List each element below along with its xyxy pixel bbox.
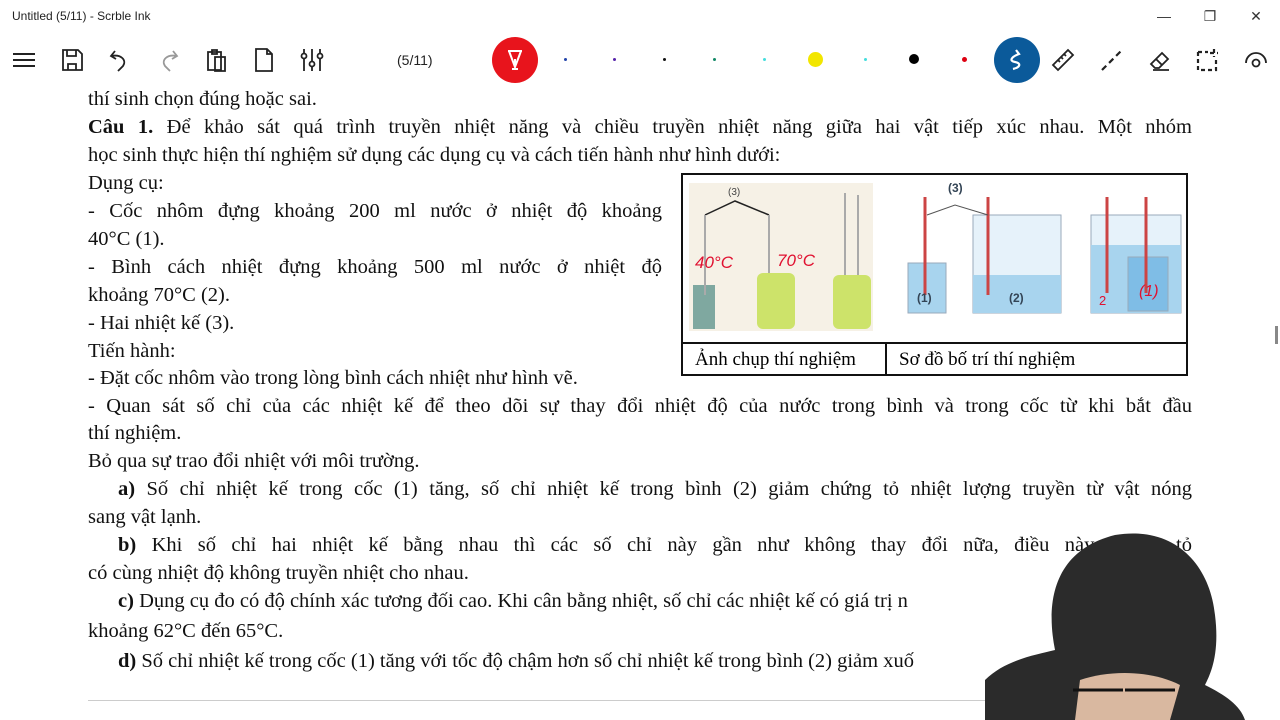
hamburger-icon	[13, 53, 35, 67]
text-line: khoảng 62°C đến 65°C.	[88, 620, 284, 642]
eye-icon	[1245, 52, 1267, 68]
text-line: - Hai nhiệt kế (3).	[88, 312, 235, 334]
experiment-illustration	[689, 183, 1182, 331]
text-line: - Quan sát số chỉ của các nhiệt kế để th…	[88, 395, 1192, 417]
line-tool-button[interactable]	[1092, 35, 1132, 85]
settings-button[interactable]	[292, 35, 332, 85]
pen-color-swatch[interactable]	[909, 54, 919, 64]
experiment-figure: (3) (3) (1) (2) 40°C 70°C 2 (1) Ảnh chụp…	[681, 173, 1188, 376]
redo-button[interactable]	[148, 35, 188, 85]
menu-button[interactable]	[4, 35, 44, 85]
pen-color-swatch[interactable]	[961, 56, 967, 62]
question-label: Câu 1.	[88, 116, 154, 138]
option-d: d) Số chỉ nhiệt kế trong cốc (1) tăng vớ…	[118, 649, 914, 673]
option-label: c)	[118, 590, 134, 612]
text-line: - Đặt cốc nhôm vào trong lòng bình cách …	[88, 367, 578, 389]
caption-diagram: Sơ đồ bố trí thí nghiệm	[887, 342, 1186, 376]
option-label: a)	[118, 478, 136, 500]
eraser-button[interactable]	[1140, 35, 1180, 85]
handwritten-2: 2	[1099, 293, 1107, 308]
text-line: khoảng 70°C (2).	[88, 284, 230, 306]
pen-color-swatch[interactable]	[863, 57, 867, 61]
new-page-button[interactable]	[244, 35, 284, 85]
save-button[interactable]	[52, 35, 92, 85]
text-line: - Bình cách nhiệt đựng khoảng 500 ml nướ…	[88, 256, 662, 278]
option-label: d)	[118, 650, 137, 672]
undo-button[interactable]	[100, 35, 140, 85]
diagram-label-thermometers: (3)	[948, 181, 963, 195]
clipboard-icon	[207, 49, 226, 72]
undo-icon	[109, 50, 126, 72]
selection-icon	[1196, 49, 1218, 72]
save-icon	[62, 49, 83, 71]
ruler-button[interactable]	[1043, 35, 1083, 85]
text-line: thí nghiệm.	[88, 422, 182, 444]
redo-icon	[162, 50, 179, 72]
pen-color-swatch[interactable]	[762, 57, 766, 61]
pen-tool-button[interactable]	[492, 37, 538, 83]
handwritten-1: (1)	[1139, 283, 1159, 300]
option-label: b)	[118, 534, 137, 556]
minimize-button[interactable]: —	[1141, 4, 1187, 28]
window-title: Untitled (5/11) - Scrble Ink	[12, 9, 151, 23]
pen-color-swatch[interactable]	[807, 51, 823, 67]
eraser-icon	[1149, 51, 1170, 71]
photo-label-thermometers: (3)	[728, 187, 741, 198]
smooth-ink-button[interactable]	[994, 37, 1040, 83]
text-line: Bỏ qua sự trao đổi nhiệt với môi trường.	[88, 450, 420, 472]
text-line: có cùng nhiệt độ không truyền nhiệt cho …	[88, 562, 469, 584]
text-line: 40°C (1).	[88, 228, 165, 250]
select-button[interactable]	[1188, 35, 1228, 85]
text-span: Dụng cụ đo có độ chính xác tương đối cao…	[139, 590, 908, 612]
text-span: Số chỉ nhiệt kế trong cốc (1) tăng với t…	[141, 650, 914, 672]
pen-color-swatch[interactable]	[662, 57, 666, 61]
squiggle-icon	[1010, 49, 1021, 71]
option-a: a) Số chỉ nhiệt kế trong cốc (1) tăng, s…	[118, 477, 1192, 501]
close-button[interactable]: ✕	[1233, 4, 1279, 28]
pen-color-swatch[interactable]	[563, 57, 567, 61]
handwritten-70c: 70°C	[777, 251, 815, 270]
page-icon	[255, 48, 273, 72]
sliders-icon	[300, 49, 324, 71]
text-line: thí sinh chọn đúng hoặc sai.	[88, 88, 317, 110]
text-span: Để khảo sát quá trình truyền nhiệt năng …	[166, 116, 1192, 138]
view-button[interactable]	[1236, 35, 1276, 85]
question-line: Câu 1. Để khảo sát quá trình truyền nhiệ…	[88, 115, 1192, 139]
scrollbar-thumb[interactable]	[1275, 326, 1278, 344]
webcam-overlay	[985, 533, 1245, 720]
handwritten-40c: 40°C	[695, 253, 733, 272]
paste-button[interactable]	[196, 35, 236, 85]
title-bar: Untitled (5/11) - Scrble Ink — ❐ ✕	[0, 0, 1280, 32]
fountain-pen-icon	[508, 50, 522, 70]
option-c: c) Dụng cụ đo có độ chính xác tương đối …	[118, 589, 908, 613]
dashed-line-icon	[1101, 49, 1123, 71]
pen-color-swatch[interactable]	[612, 57, 616, 61]
diagram-label-cup: (1)	[917, 291, 932, 305]
text-line: - Cốc nhôm đựng khoảng 200 ml nước ở nhi…	[88, 200, 662, 222]
caption-photo: Ảnh chụp thí nghiệm	[683, 342, 887, 376]
page-indicator: (5/11)	[397, 52, 433, 68]
text-line: Dụng cụ:	[88, 172, 164, 194]
text-line: học sinh thực hiện thí nghiệm sử dụng cá…	[88, 144, 781, 166]
restore-button[interactable]: ❐	[1187, 4, 1233, 28]
toolbar: (5/11)	[0, 35, 1280, 85]
pen-color-swatch[interactable]	[712, 57, 716, 61]
text-span: Số chỉ nhiệt kế trong cốc (1) tăng, số c…	[146, 478, 1192, 500]
ruler-icon	[1051, 48, 1075, 72]
diagram-label-vessel: (2)	[1009, 291, 1024, 305]
text-line: sang vật lạnh.	[88, 506, 202, 528]
text-line: Tiến hành:	[88, 340, 176, 362]
